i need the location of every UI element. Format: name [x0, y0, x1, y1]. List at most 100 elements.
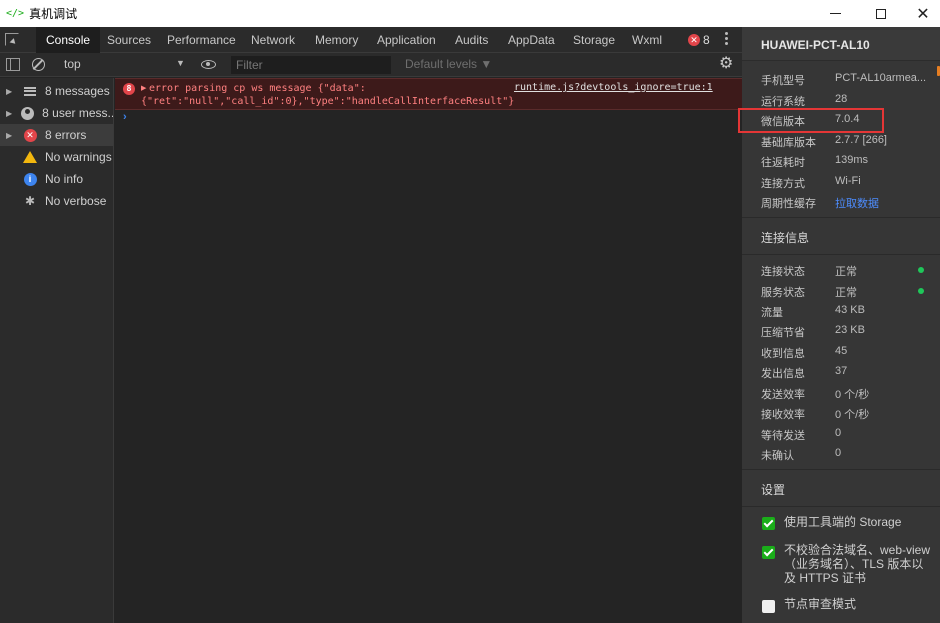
- settings-section-title: 设置: [761, 483, 786, 497]
- console-prompt-icon[interactable]: ›: [123, 111, 127, 123]
- setting-label: 使用工具端的 Storage: [784, 515, 902, 529]
- live-expression-icon[interactable]: [201, 60, 216, 69]
- sidebar-item-label: 8 messages: [45, 84, 110, 98]
- conn-value: 正常: [835, 266, 857, 278]
- expand-arrow-icon[interactable]: ▶: [141, 84, 146, 92]
- info-label: 往返耗时: [761, 157, 805, 169]
- close-icon: ✕: [916, 5, 930, 23]
- minimize-button[interactable]: [812, 0, 858, 27]
- sidebar-item-messages[interactable]: ▶ 8 messages: [0, 80, 113, 102]
- window-title: 真机调试: [29, 7, 78, 21]
- conn-label: 发送效率: [761, 389, 805, 401]
- error-source-link[interactable]: runtime.js?devtools_ignore=true:1: [514, 82, 713, 93]
- status-ok-indicator: [918, 267, 924, 273]
- console-output[interactable]: 8 ▶ error parsing cp ws message {"data":…: [115, 78, 742, 623]
- conn-label: 压缩节省: [761, 327, 805, 339]
- conn-value: 37: [835, 365, 848, 377]
- tab-console[interactable]: Console: [36, 27, 101, 53]
- context-dropdown-icon[interactable]: ▼: [176, 58, 185, 68]
- sidebar-item-info[interactable]: i No info: [0, 168, 113, 190]
- console-toolbar: top ▼ Default levels ▼ ⚙: [0, 53, 742, 77]
- conn-value: 正常: [835, 287, 857, 299]
- sidebar-item-label: 8 errors: [45, 128, 87, 142]
- annotation-highlight-box: [738, 108, 884, 133]
- use-tool-storage-checkbox[interactable]: [762, 517, 775, 530]
- conn-value: 23 KB: [835, 324, 865, 336]
- log-levels-dropdown[interactable]: Default levels ▼: [405, 57, 492, 71]
- warning-icon: [23, 151, 37, 163]
- devtools-tabbar: Console Sources Performance Network Memo…: [0, 27, 742, 53]
- inspect-element-icon[interactable]: [5, 33, 19, 46]
- tab-performance[interactable]: Performance: [167, 27, 236, 53]
- error-message-line2: {"ret":"null","call_id":0},"type":"handl…: [141, 96, 515, 107]
- console-sidebar: ▶ 8 messages ▶ 8 user mess... ▶ ✕ 8 erro…: [0, 78, 114, 623]
- conn-value: 43 KB: [835, 304, 865, 316]
- sidebar-item-user-messages[interactable]: ▶ 8 user mess...: [0, 102, 113, 124]
- tab-appdata[interactable]: AppData: [508, 27, 555, 53]
- pull-data-link[interactable]: 拉取数据: [835, 195, 931, 211]
- info-label: 基础库版本: [761, 137, 816, 149]
- tab-wxml[interactable]: Wxml: [632, 27, 662, 53]
- maximize-icon: [876, 8, 886, 19]
- conn-value: 45: [835, 345, 848, 357]
- tab-network[interactable]: Network: [251, 27, 295, 53]
- context-selector[interactable]: top: [64, 57, 81, 71]
- connection-section-title: 连接信息: [761, 231, 810, 245]
- tab-sources[interactable]: Sources: [107, 27, 151, 53]
- sidebar-item-label: No info: [45, 172, 84, 186]
- info-value: 139ms: [835, 154, 869, 166]
- conn-label: 未确认: [761, 450, 794, 462]
- user-icon: [21, 106, 35, 120]
- clear-console-icon[interactable]: [32, 58, 45, 71]
- skip-domain-check-checkbox[interactable]: [762, 546, 775, 559]
- setting-label: 节点审查模式: [784, 597, 857, 611]
- conn-value: 0: [835, 427, 842, 439]
- filter-input[interactable]: [231, 56, 391, 74]
- expand-arrow-icon: ▶: [6, 86, 13, 96]
- error-message-line1: error parsing cp ws message {"data":: [149, 83, 366, 94]
- bug-icon: ✱: [24, 194, 36, 208]
- status-ok-indicator: [918, 288, 924, 294]
- gear-icon[interactable]: ⚙: [719, 56, 733, 72]
- conn-value: 0 个/秒: [835, 389, 870, 401]
- expand-arrow-icon: ▶: [6, 108, 13, 118]
- info-value: Wi-Fi: [835, 175, 861, 187]
- sidebar-item-verbose[interactable]: ✱ No verbose: [0, 190, 113, 212]
- device-name: HUAWEI-PCT-AL10: [761, 38, 870, 52]
- tab-audits[interactable]: Audits: [455, 27, 488, 53]
- list-icon: [24, 86, 36, 96]
- conn-label: 连接状态: [761, 266, 805, 278]
- info-value: 28: [835, 93, 848, 105]
- info-value: 2.7.7 [266]: [835, 134, 887, 146]
- conn-value: 0: [835, 447, 842, 459]
- close-button[interactable]: ✕: [900, 0, 940, 27]
- maximize-button[interactable]: [858, 0, 904, 27]
- error-count: 8: [703, 33, 710, 47]
- tab-application[interactable]: Application: [377, 27, 436, 53]
- sidebar-item-errors[interactable]: ▶ ✕ 8 errors: [0, 124, 113, 146]
- node-inspect-checkbox[interactable]: [762, 600, 775, 613]
- sidebar-toggle-icon[interactable]: [6, 58, 20, 71]
- sidebar-item-warnings[interactable]: No warnings: [0, 146, 113, 168]
- tab-storage[interactable]: Storage: [573, 27, 615, 53]
- conn-label: 服务状态: [761, 287, 805, 299]
- error-icon: ✕: [23, 128, 37, 142]
- error-count-badge[interactable]: ✕ 8: [688, 33, 710, 47]
- console-error-row[interactable]: 8 ▶ error parsing cp ws message {"data":…: [115, 78, 742, 110]
- sidebar-item-label: No verbose: [45, 194, 107, 208]
- info-label: 运行系统: [761, 96, 805, 108]
- setting-label: 不校验合法域名、web-view（业务域名）、TLS 版本以及 HTTPS 证书: [784, 543, 931, 585]
- window-titlebar: </> 真机调试 ✕: [0, 0, 940, 27]
- code-icon: </>: [6, 8, 25, 19]
- conn-label: 接收效率: [761, 409, 805, 421]
- info-icon: i: [23, 172, 37, 186]
- more-options-icon[interactable]: [725, 32, 729, 48]
- conn-label: 等待发送: [761, 430, 805, 442]
- minimize-icon: [829, 13, 841, 14]
- sidebar-item-label: 8 user mess...: [42, 106, 113, 120]
- tab-memory[interactable]: Memory: [315, 27, 358, 53]
- device-header: HUAWEI-PCT-AL10: [742, 27, 940, 61]
- conn-label: 流量: [761, 307, 783, 319]
- conn-label: 收到信息: [761, 348, 805, 360]
- error-icon: ✕: [688, 34, 700, 46]
